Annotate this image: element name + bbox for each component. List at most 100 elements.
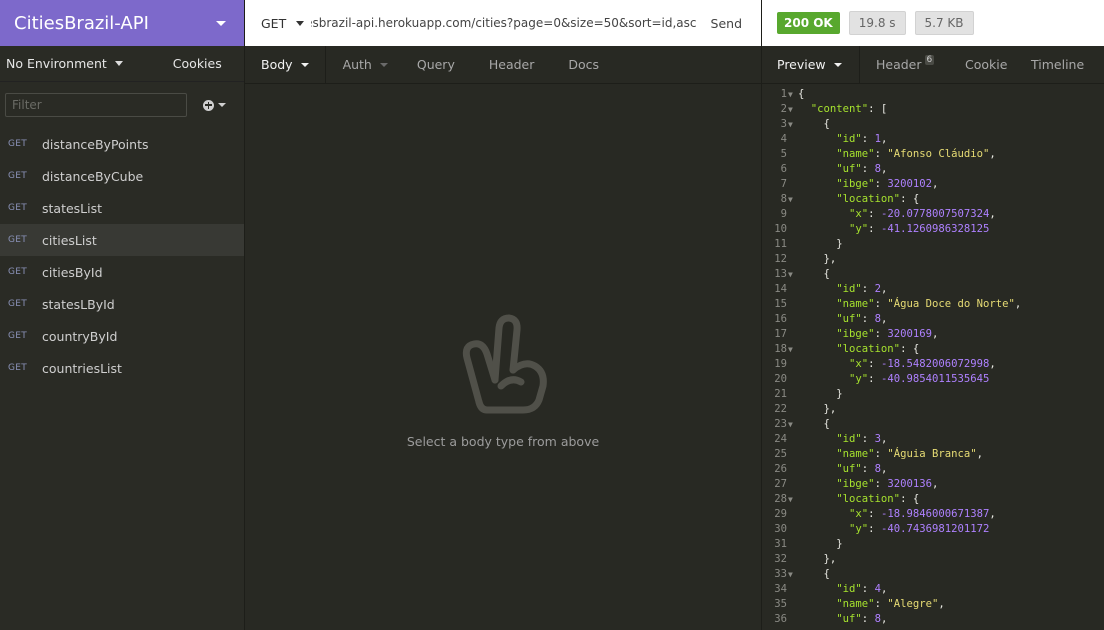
request-name: distanceByPoints	[42, 136, 149, 152]
method-select[interactable]: GET	[245, 16, 311, 31]
request-method: GET	[8, 363, 28, 373]
request-name: countriesList	[42, 360, 122, 376]
code-line: 35 "name": "Alegre",	[762, 597, 1104, 612]
tab-header[interactable]: Header	[472, 46, 552, 83]
code-text: "uf": 8,	[798, 312, 887, 327]
request-name: statesLById	[42, 296, 115, 312]
code-token: :	[874, 178, 888, 190]
code-line: 16 "uf": 8,	[762, 312, 1104, 327]
code-line: 15 "name": "Água Doce do Norte",	[762, 297, 1104, 312]
request-item[interactable]: GET distanceByPoints	[0, 128, 244, 160]
code-line: 14 "id": 2,	[762, 282, 1104, 297]
cookies-button[interactable]: Cookies	[173, 56, 222, 71]
code-text: "id": 1,	[798, 132, 887, 147]
code-token: -20.0778007507324	[880, 208, 990, 220]
code-token: "content"	[810, 103, 869, 115]
filter-input[interactable]	[5, 93, 187, 117]
request-item[interactable]: GET countriesList	[0, 352, 244, 384]
code-line: 19 "x": -18.5482006072998,	[762, 357, 1104, 372]
code-token: -40.7436981201172	[880, 523, 990, 535]
add-request-button[interactable]	[203, 99, 226, 111]
fold-toggle-icon[interactable]: ▼	[787, 87, 798, 102]
fold-toggle-icon	[787, 132, 798, 147]
request-item[interactable]: GET citiesList	[0, 224, 244, 256]
line-number: 10	[774, 223, 787, 235]
code-token: ,	[989, 508, 996, 520]
code-token: "location"	[836, 193, 901, 205]
line-number: 13	[774, 268, 787, 280]
request-item[interactable]: GET distanceByCube	[0, 160, 244, 192]
code-token: },	[798, 553, 837, 565]
code-token: {	[798, 418, 830, 430]
code-token: : {	[900, 343, 920, 355]
code-token: "id"	[836, 283, 862, 295]
request-item[interactable]: GET citiesById	[0, 256, 244, 288]
tab-body[interactable]: Body	[245, 46, 326, 83]
line-number: 24	[774, 433, 787, 445]
code-token: :	[861, 463, 875, 475]
code-token: ,	[989, 148, 996, 160]
code-token: "ibge"	[836, 328, 875, 340]
request-name: citiesList	[42, 232, 97, 248]
tab-timeline[interactable]: Timeline	[1025, 46, 1084, 83]
code-text: },	[798, 402, 837, 417]
request-name: countryById	[42, 328, 118, 344]
code-line: 6 "uf": 8,	[762, 162, 1104, 177]
code-text: "ibge": 3200136,	[798, 477, 938, 492]
code-line: 3 ▼ {	[762, 117, 1104, 132]
fold-toggle-icon[interactable]: ▼	[787, 492, 798, 507]
code-token: "y"	[849, 523, 869, 535]
chevron-down-icon	[379, 62, 388, 67]
fold-toggle-icon[interactable]: ▼	[787, 342, 798, 357]
code-token: }	[798, 238, 843, 250]
code-line: 26 "uf": 8,	[762, 462, 1104, 477]
line-number: 36	[774, 613, 787, 625]
fold-toggle-icon[interactable]: ▼	[787, 567, 798, 582]
filter-row	[0, 82, 244, 128]
send-button[interactable]: Send	[697, 16, 761, 31]
tab-docs[interactable]: Docs	[551, 46, 616, 83]
line-number: 14	[774, 283, 787, 295]
fold-toggle-icon[interactable]: ▼	[787, 417, 798, 432]
code-line: 17 "ibge": 3200169,	[762, 327, 1104, 342]
fold-toggle-icon[interactable]: ▼	[787, 117, 798, 132]
code-text: }	[798, 237, 843, 252]
tab-cookie[interactable]: Cookie	[952, 46, 1025, 83]
url-input[interactable]	[311, 16, 697, 30]
code-line: 12 },	[762, 252, 1104, 267]
code-text: "name": "Água Doce do Norte",	[798, 297, 1021, 312]
fold-toggle-icon[interactable]: ▼	[787, 102, 798, 117]
environment-select[interactable]: No Environment	[6, 56, 123, 71]
url-bar: GET Send	[245, 0, 761, 46]
code-token: }	[798, 538, 843, 550]
tab-auth[interactable]: Auth	[326, 46, 400, 83]
code-token: ,	[880, 133, 888, 145]
response-json-viewer[interactable]: 1 ▼{2 ▼ "content": [3 ▼ {4 "id": 1, 5 "name"…	[762, 87, 1104, 627]
request-item[interactable]: GET statesList	[0, 192, 244, 224]
tab-query[interactable]: Query	[400, 46, 472, 83]
chevron-down-icon	[300, 62, 309, 67]
code-token: "id"	[836, 583, 862, 595]
fold-toggle-icon[interactable]: ▼	[787, 192, 798, 207]
fold-toggle-icon[interactable]: ▼	[787, 267, 798, 282]
tab-response-header[interactable]: Header 6	[860, 46, 952, 83]
line-number: 20	[774, 373, 787, 385]
fold-toggle-icon	[787, 447, 798, 462]
code-token: "Água Doce do Norte"	[887, 298, 1015, 310]
code-token: ,	[880, 283, 888, 295]
method-label: GET	[261, 15, 287, 31]
line-number: 35	[774, 598, 787, 610]
request-item[interactable]: GET statesLById	[0, 288, 244, 320]
code-token: "Alegre"	[887, 598, 939, 610]
empty-body-state: Select a body type from above	[245, 310, 761, 449]
tab-preview[interactable]: Preview	[762, 46, 860, 83]
workspace-menu[interactable]: CitiesBrazil-API	[0, 0, 244, 46]
request-item[interactable]: GET countryById	[0, 320, 244, 352]
chevron-down-icon	[833, 62, 842, 67]
workspace-title: CitiesBrazil-API	[14, 12, 149, 34]
code-token: "id"	[836, 433, 862, 445]
